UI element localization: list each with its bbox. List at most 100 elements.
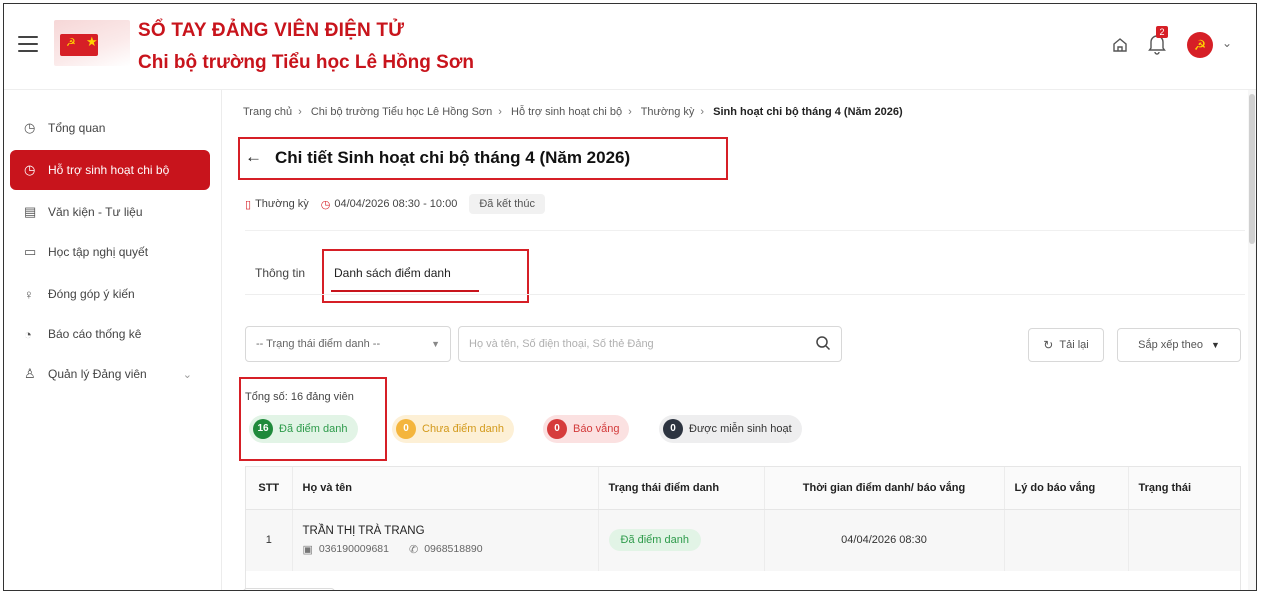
- member-contact: ▣ 036190009681 ✆ 0968518890: [303, 543, 588, 556]
- app-title: SỔ TAY ĐẢNG VIÊN ĐIỆN TỬ: [138, 20, 405, 41]
- select-value: -- Trạng thái điểm danh --: [256, 338, 381, 350]
- sidebar-item-feedback[interactable]: ♀ Đóng góp ý kiến: [10, 274, 210, 314]
- sidebar-item-meeting-support[interactable]: ◷ Hỗ trợ sinh hoạt chi bộ: [10, 150, 210, 190]
- chip-not-checked-in[interactable]: 0 Chưa điểm danh: [392, 415, 514, 443]
- party-flag-logo: ☭ ★: [54, 20, 130, 66]
- chip-count: 16: [253, 419, 273, 439]
- member-phone: 0968518890: [424, 543, 483, 556]
- col-stt: STT: [246, 467, 293, 510]
- chip-count: 0: [547, 419, 567, 439]
- chip-label: Báo vắng: [573, 423, 620, 435]
- member-phone-group: ✆ 0968518890: [409, 543, 483, 556]
- chip-count: 0: [396, 419, 416, 439]
- menu-icon[interactable]: [18, 36, 38, 52]
- clock-icon: ◷: [24, 120, 36, 135]
- book-icon: ▭: [24, 244, 37, 259]
- reload-label: Tải lại: [1059, 339, 1089, 351]
- cell-stt: 1: [246, 509, 293, 571]
- sidebar-item-resolutions[interactable]: ▭ Học tập nghị quyết: [10, 232, 210, 272]
- chip-checked-in[interactable]: 16 Đã điểm danh: [249, 415, 358, 443]
- page-title: Chi tiết Sinh hoạt chi bộ tháng 4 (Năm 2…: [275, 148, 631, 167]
- attendance-table: STT Họ và tên Trạng thái điểm danh Thời …: [245, 466, 1241, 590]
- scrollbar-thumb[interactable]: [1249, 94, 1255, 244]
- notification-bell-icon[interactable]: 2: [1147, 26, 1171, 55]
- notification-badge: 2: [1156, 26, 1168, 38]
- sidebar-item-member-management[interactable]: ♙ Quản lý Đảng viên ⌄: [10, 354, 210, 394]
- chart-icon: ◔: [24, 326, 32, 342]
- sidebar-item-label: Văn kiện - Tư liệu: [48, 205, 143, 219]
- meeting-meta: ▯ Thường kỳ ◷ 04/04/2026 08:30 - 10:00 Đ…: [245, 194, 545, 214]
- breadcrumb: Trang chủ › Chi bộ trường Tiểu học Lê Hồn…: [243, 106, 903, 118]
- cell-reason: [1004, 509, 1129, 571]
- caret-down-icon: ▼: [1210, 340, 1220, 350]
- sidebar-item-documents[interactable]: ▤ Văn kiện - Tư liệu: [10, 192, 210, 232]
- cell-attendance-status: Đã điểm danh: [598, 509, 765, 571]
- sort-label: Sắp xếp theo: [1138, 339, 1203, 351]
- reload-button[interactable]: ↻ Tải lại: [1028, 328, 1104, 362]
- cell-name: TRẦN THỊ TRÀ TRANG ▣ 036190009681 ✆ 0968…: [292, 509, 599, 571]
- meeting-type: ▯ Thường kỳ: [245, 198, 309, 211]
- col-time: Thời gian điểm danh/ báo vắng: [764, 467, 1005, 510]
- search-input[interactable]: [458, 326, 842, 362]
- chevron-down-icon[interactable]: ⌄: [1222, 36, 1232, 50]
- meeting-datetime: ◷ 04/04/2026 08:30 - 10:00: [321, 198, 458, 211]
- document-icon: ▤: [24, 204, 37, 219]
- sidebar-item-reports[interactable]: ◔ Báo cáo thống kê: [10, 314, 210, 354]
- sidebar-item-label: Học tập nghị quyết: [48, 245, 149, 259]
- status-badge: Đã kết thúc: [469, 194, 545, 214]
- pagination-control[interactable]: [243, 588, 335, 590]
- col-attendance-status: Trạng thái điểm danh: [598, 467, 765, 510]
- status-badge: Đã điểm danh: [608, 529, 701, 552]
- sidebar-item-label: Hỗ trợ sinh hoạt chi bộ: [48, 163, 170, 177]
- col-name: Họ và tên: [292, 467, 599, 510]
- id-card-icon: ▣: [302, 543, 313, 556]
- bookmark-icon: ▯: [245, 198, 252, 211]
- chip-count: 0: [663, 419, 683, 439]
- clock-icon: ◷: [320, 198, 331, 211]
- chip-exempt[interactable]: 0 Được miễn sinh hoạt: [659, 415, 802, 443]
- chip-label: Được miễn sinh hoạt: [689, 423, 792, 435]
- refresh-icon: ↻: [1043, 338, 1054, 352]
- phone-icon: ✆: [408, 543, 419, 556]
- breadcrumb-regular[interactable]: Thường kỳ: [641, 106, 695, 118]
- member-card-number: 036190009681: [318, 543, 389, 556]
- sort-button[interactable]: Sắp xếp theo ▼: [1117, 328, 1241, 362]
- active-tab-indicator: [331, 290, 479, 292]
- user-icon: ♙: [24, 366, 36, 381]
- divider: [245, 230, 1245, 231]
- top-header: ☭ ★ SỔ TAY ĐẢNG VIÊN ĐIỆN TỬ Chi bộ trườ…: [4, 4, 1256, 90]
- cell-state: [1128, 509, 1240, 571]
- sidebar: ◷ Tổng quan ◷ Hỗ trợ sinh hoạt chi bộ ▤ …: [4, 90, 222, 590]
- tab-info[interactable]: Thông tin: [255, 266, 305, 280]
- main-content: Trang chủ › Chi bộ trường Tiểu học Lê Hồn…: [223, 90, 1256, 590]
- total-members: Tổng số: 16 đảng viên: [245, 391, 354, 403]
- app-window: ☭ ★ SỔ TAY ĐẢNG VIÊN ĐIỆN TỬ Chi bộ trườ…: [3, 3, 1257, 591]
- user-avatar[interactable]: ☭: [1187, 32, 1213, 58]
- breadcrumb-meeting-support[interactable]: Hỗ trợ sinh hoạt chi bộ: [511, 106, 622, 118]
- lightbulb-icon: ♀: [24, 286, 34, 302]
- tab-attendance[interactable]: Danh sách điểm danh: [334, 266, 451, 280]
- chip-absent[interactable]: 0 Báo vắng: [543, 415, 630, 443]
- sidebar-item-label: Quản lý Đảng viên: [48, 367, 147, 381]
- back-arrow-icon[interactable]: ←: [245, 148, 262, 166]
- col-state: Trạng thái: [1128, 467, 1240, 510]
- breadcrumb-home[interactable]: Trang chủ: [243, 106, 292, 118]
- cell-time: 04/04/2026 08:30: [764, 509, 1005, 571]
- member-name: TRẦN THỊ TRÀ TRANG: [302, 524, 425, 537]
- breadcrumb-branch[interactable]: Chi bộ trường Tiểu học Lê Hồng Sơn: [311, 106, 492, 118]
- meeting-type-label: Thường kỳ: [255, 198, 309, 210]
- attendance-status-select[interactable]: -- Trạng thái điểm danh -- ▼: [245, 326, 451, 362]
- app-subtitle: Chi bộ trường Tiểu học Lê Hồng Sơn: [138, 52, 474, 73]
- home-icon[interactable]: [1111, 36, 1129, 54]
- chip-label: Đã điểm danh: [279, 423, 348, 435]
- table-row[interactable]: 1 TRẦN THỊ TRÀ TRANG ▣ 036190009681 ✆ 09…: [246, 509, 1240, 571]
- chevron-down-icon: ⌄: [182, 368, 192, 381]
- chip-label: Chưa điểm danh: [422, 423, 504, 435]
- sidebar-item-overview[interactable]: ◷ Tổng quan: [10, 108, 210, 148]
- breadcrumb-current: Sinh hoạt chi bộ tháng 4 (Năm 2026): [713, 106, 903, 118]
- search-icon[interactable]: [815, 335, 831, 351]
- clock-icon: ◷: [24, 162, 36, 177]
- col-reason: Lý do báo vắng: [1004, 467, 1129, 510]
- chevron-down-icon: ▼: [431, 339, 440, 349]
- sidebar-item-label: Đóng góp ý kiến: [48, 287, 135, 301]
